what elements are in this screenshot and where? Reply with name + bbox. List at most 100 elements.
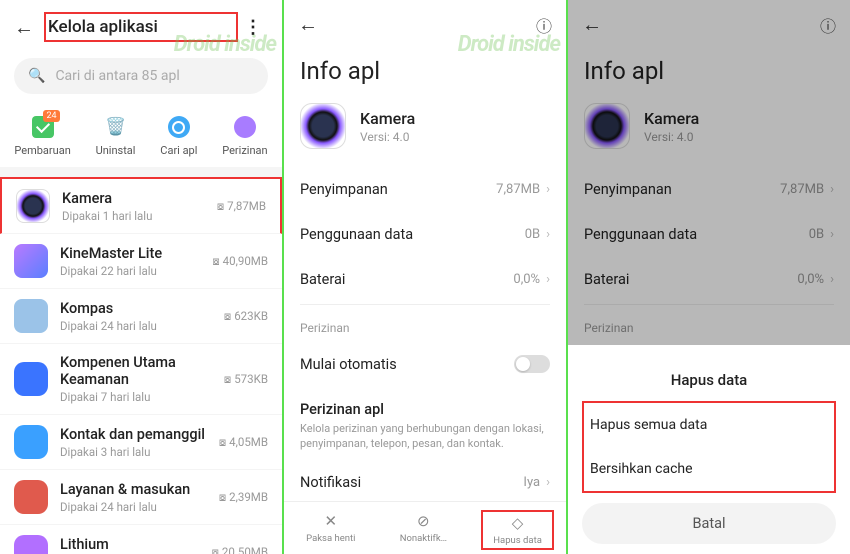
app-icon (300, 103, 346, 149)
app-icon (14, 425, 48, 459)
app-size: ⧇ 7,87MB (217, 199, 266, 214)
pane-app-info-sheet: ← ⓘ Info apl Kamera Versi: 4.0 Penyimpan… (568, 0, 850, 554)
app-version: Versi: 4.0 (644, 130, 699, 144)
pane-app-info: ← ⓘ Droid inside Info apl Kamera Versi: … (284, 0, 568, 554)
eraser-icon: ◇ (509, 514, 527, 532)
disable-icon: ⊘ (414, 512, 432, 530)
app-icon (16, 189, 50, 223)
app-size: ⧇ 20.50MB (212, 545, 268, 554)
storage-icon: ⧇ (219, 490, 226, 505)
chevron-right-icon: › (546, 182, 550, 197)
app-name: Lithium (60, 536, 200, 553)
app-icon (14, 362, 48, 396)
storage-icon: ⧇ (219, 435, 226, 450)
app-list-item[interactable]: LithiumDipakai 24 hari lalu⧇ 20.50MB (0, 525, 282, 554)
app-name: Kamera (62, 190, 205, 207)
sheet-title: Hapus data (568, 355, 850, 401)
shield-icon (234, 116, 256, 138)
action-permissions[interactable]: Perizinan (222, 116, 267, 157)
force-stop-button[interactable]: ✕Paksa henti (296, 510, 365, 550)
pane-manage-apps: ← Kelola aplikasi ⋮ Droid inside 🔍 Cari … (0, 0, 284, 554)
clear-cache-option[interactable]: Bersihkan cache (584, 447, 834, 491)
page-title: Info apl (284, 43, 566, 103)
trash-icon: 🗑️ (105, 116, 127, 138)
app-last-used: Dipakai 1 hari lalu (62, 209, 205, 223)
app-size: ⧇ 40,90MB (212, 254, 268, 269)
clear-data-button[interactable]: ◇Hapus data (481, 510, 554, 550)
app-list-item[interactable]: KineMaster Lite Dipakai 22 hari lalu ⧇ 40,… (0, 234, 282, 289)
search-input[interactable]: 🔍 Cari di antara 85 apl (14, 58, 268, 94)
row-data-usage[interactable]: Penggunaan data 0B › (284, 212, 566, 257)
back-icon[interactable]: ← (582, 12, 602, 37)
app-list-item[interactable]: Kompas Dipakai 24 hari lalu ⧇ 623KB (0, 289, 282, 344)
app-last-used: Dipakai 24 hari lalu (60, 319, 212, 333)
app-list-item[interactable]: Kontak dan pemanggil Dipakai 3 hari lalu ⧇… (0, 415, 282, 470)
app-size: ⧇ 573KB (224, 372, 268, 387)
app-last-used: Dipakai 3 hari lalu (60, 445, 207, 459)
app-name: Kamera (644, 109, 699, 128)
app-name: Layanan & masukan (60, 481, 207, 498)
info-icon[interactable]: ⓘ (536, 13, 552, 37)
app-last-used: Dipakai 7 hari lalu (60, 390, 212, 404)
app-last-used: Dipakai 22 hari lalu (60, 264, 200, 278)
storage-icon: ⧇ (212, 545, 219, 554)
chevron-right-icon: › (830, 182, 834, 197)
section-permissions: Perizinan (568, 307, 850, 341)
storage-icon: ⧇ (224, 309, 231, 324)
row-storage[interactable]: Penyimpanan 7,87MB › (284, 167, 566, 212)
back-icon[interactable]: ← (298, 12, 318, 37)
chevron-right-icon: › (830, 272, 834, 287)
action-update[interactable]: 24 Pembaruan (14, 116, 70, 157)
disable-button[interactable]: ⊘Nonaktifk… (390, 510, 457, 550)
clear-all-data-option[interactable]: Hapus semua data (584, 403, 834, 447)
chevron-right-icon: › (830, 227, 834, 242)
page-title: Kelola aplikasi (44, 12, 238, 42)
more-icon[interactable]: ⋮ (238, 17, 268, 38)
storage-icon: ⧇ (217, 199, 224, 214)
autostart-toggle[interactable] (514, 355, 550, 373)
update-icon: 24 (32, 116, 54, 138)
back-icon[interactable]: ← (14, 15, 34, 40)
app-icon (14, 244, 48, 278)
app-icon (14, 535, 48, 554)
row-app-permissions[interactable]: Perizinan apl Kelola perizinan yang berh… (284, 387, 566, 460)
chevron-right-icon: › (546, 272, 550, 287)
row-data-usage[interactable]: Penggunaan data 0B › (568, 212, 850, 257)
app-name: Kompenen Utama Keamanan (60, 354, 212, 388)
app-size: ⧇ 623KB (224, 309, 268, 324)
divider (0, 167, 282, 177)
app-list: Kamera Dipakai 1 hari lalu ⧇ 7,87MB KineMas… (0, 177, 282, 554)
app-size: ⧇ 2,39MB (219, 490, 268, 505)
close-icon: ✕ (322, 512, 340, 530)
app-list-item[interactable]: Kompenen Utama Keamanan Dipakai 7 hari la… (0, 344, 282, 415)
app-icon (14, 480, 48, 514)
storage-icon: ⧇ (224, 372, 231, 387)
app-icon (14, 299, 48, 333)
app-name: KineMaster Lite (60, 245, 200, 262)
info-icon[interactable]: ⓘ (820, 13, 836, 37)
app-name: Kontak dan pemanggil (60, 426, 207, 443)
action-uninstall[interactable]: 🗑️ Uninstal (96, 116, 136, 157)
app-version: Versi: 4.0 (360, 130, 415, 144)
search-icon: 🔍 (28, 68, 45, 84)
clear-data-sheet: Hapus data Hapus semua data Bersihkan ca… (568, 355, 850, 554)
row-autostart[interactable]: Mulai otomatis (284, 341, 566, 387)
app-list-item[interactable]: Layanan & masukan Dipakai 24 hari lalu ⧇ 2… (0, 470, 282, 525)
cancel-button[interactable]: Batal (582, 503, 836, 544)
action-search[interactable]: Cari apl (160, 116, 197, 157)
app-list-item[interactable]: Kamera Dipakai 1 hari lalu ⧇ 7,87MB (0, 177, 282, 234)
row-notifications[interactable]: Notifikasi Iya › (284, 460, 566, 505)
chevron-right-icon: › (546, 475, 550, 490)
row-storage[interactable]: Penyimpanan 7,87MB › (568, 167, 850, 212)
page-title: Info apl (568, 43, 850, 103)
app-last-used: Dipakai 24 hari lalu (60, 500, 207, 514)
storage-icon: ⧇ (212, 254, 219, 269)
row-battery[interactable]: Baterai 0,0% › (284, 257, 566, 302)
app-name: Kompas (60, 300, 212, 317)
section-permissions: Perizinan (284, 307, 566, 341)
row-battery[interactable]: Baterai 0,0% › (568, 257, 850, 302)
app-name: Kamera (360, 109, 415, 128)
chevron-right-icon: › (546, 227, 550, 242)
app-size: ⧇ 4,05MB (219, 435, 268, 450)
search-apps-icon (168, 116, 190, 138)
